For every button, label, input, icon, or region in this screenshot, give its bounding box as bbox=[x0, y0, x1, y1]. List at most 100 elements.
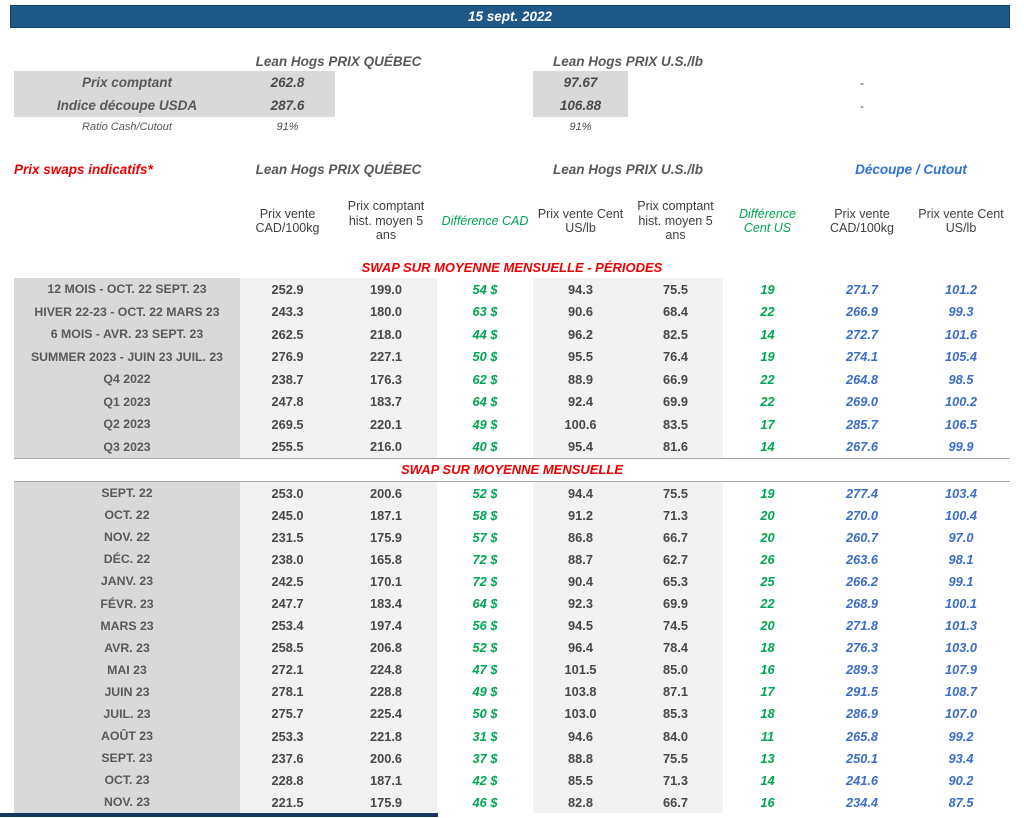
difference-cad: 52 $ bbox=[472, 640, 498, 656]
spot-row-label: Prix comptant bbox=[81, 75, 173, 90]
table-row: MAI 23 272.1 224.8 47 $ 101.5 85.0 16 289.3 107.… bbox=[14, 658, 1010, 681]
hist-avg-cad: 175.9 bbox=[335, 526, 437, 549]
ratio-us: 91% bbox=[569, 120, 592, 133]
hist-avg-cad: 183.7 bbox=[335, 390, 437, 413]
row-label: MAI 23 bbox=[14, 658, 240, 681]
table-row: SEPT. 22 253.0 200.6 52 $ 94.4 75.5 19 277.4 103… bbox=[14, 482, 1010, 505]
row-label: FÉVR. 23 bbox=[14, 592, 240, 615]
swaps-us-header: Lean Hogs PRIX U.S./lb bbox=[552, 161, 704, 177]
cutout-price-cad: 272.7 bbox=[845, 326, 879, 342]
difference-us: 16 bbox=[760, 794, 775, 810]
row-label: JANV. 23 bbox=[14, 570, 240, 593]
spot-cutout-index-qc: 287.6 bbox=[270, 98, 305, 113]
table-row: SUMMER 2023 - JUIN 23 JUIL. 23 276.9 227.1… bbox=[14, 345, 1010, 368]
spot-cash-us: 97.67 bbox=[563, 75, 598, 90]
price-sale-us: 91.2 bbox=[533, 504, 628, 527]
col-header-difference-cad: Différence CAD bbox=[441, 213, 529, 228]
cutout-price-us: 93.4 bbox=[948, 750, 974, 766]
spot-us-header: Lean Hogs PRIX U.S./lb bbox=[552, 53, 704, 69]
difference-cad: 50 $ bbox=[472, 706, 498, 722]
price-sale-us: 90.6 bbox=[533, 300, 628, 323]
price-sale-cad: 262.5 bbox=[240, 323, 335, 346]
difference-us: 20 bbox=[760, 618, 775, 634]
price-sale-cad: 242.5 bbox=[240, 570, 335, 593]
bottom-border-line bbox=[0, 813, 438, 817]
row-label: Q4 2022 bbox=[14, 368, 240, 391]
ratio-qc: 91% bbox=[276, 120, 299, 133]
price-sale-cad: 276.9 bbox=[240, 345, 335, 368]
col-header-price-sale-us: Prix vente Cent US/lb bbox=[537, 206, 624, 235]
cutout-price-cad: 269.0 bbox=[845, 394, 879, 410]
hist-avg-us: 75.5 bbox=[628, 278, 723, 301]
difference-us: 22 bbox=[760, 304, 775, 320]
hist-avg-cad: 187.1 bbox=[335, 504, 437, 527]
price-sale-cad: 228.8 bbox=[240, 769, 335, 792]
hist-avg-us: 85.0 bbox=[628, 658, 723, 681]
cutout-price-cad: 276.3 bbox=[845, 640, 879, 656]
table-row: AOÛT 23 253.3 221.8 31 $ 94.6 84.0 11 265.8 99.2 bbox=[14, 725, 1010, 748]
hist-avg-cad: 175.9 bbox=[335, 791, 437, 814]
col-header-hist-avg-cad: Prix comptant hist. moyen 5 ans bbox=[347, 199, 425, 243]
difference-cad: 62 $ bbox=[472, 371, 498, 387]
price-sale-us: 85.5 bbox=[533, 769, 628, 792]
row-label: OCT. 22 bbox=[14, 504, 240, 527]
hist-avg-us: 66.9 bbox=[628, 368, 723, 391]
difference-us: 20 bbox=[760, 507, 775, 523]
hist-avg-us: 69.9 bbox=[628, 390, 723, 413]
table-row: 6 MOIS - AVR. 23 SEPT. 23 262.5 218.0 44 $ 9… bbox=[14, 323, 1010, 346]
difference-us: 19 bbox=[760, 281, 775, 297]
price-sale-us: 88.9 bbox=[533, 368, 628, 391]
swaps-quebec-header: Lean Hogs PRIX QUÉBEC bbox=[255, 161, 422, 177]
section-title-monthly: SWAP SUR MOYENNE MENSUELLE bbox=[401, 462, 623, 477]
difference-us: 19 bbox=[760, 485, 775, 501]
difference-us: 14 bbox=[760, 772, 775, 788]
hist-avg-us: 75.5 bbox=[628, 482, 723, 505]
price-sale-us: 96.4 bbox=[533, 636, 628, 659]
difference-cad: 47 $ bbox=[472, 662, 498, 678]
col-header-hist-avg-us: Prix comptant hist. moyen 5 ans bbox=[637, 199, 714, 243]
row-label: Q2 2023 bbox=[14, 413, 240, 436]
price-sale-cad: 253.4 bbox=[240, 614, 335, 637]
difference-cad: 58 $ bbox=[472, 507, 498, 523]
price-sale-us: 92.3 bbox=[533, 592, 628, 615]
cutout-price-us: 103.0 bbox=[944, 640, 978, 656]
price-sale-us: 82.8 bbox=[533, 791, 628, 814]
row-label: JUIN 23 bbox=[14, 680, 240, 703]
swaps-section-label: Prix swaps indicatifs* bbox=[14, 161, 153, 177]
table-row: FÉVR. 23 247.7 183.4 64 $ 92.3 69.9 22 268.9 100… bbox=[14, 592, 1010, 615]
cutout-price-us: 107.9 bbox=[944, 662, 978, 678]
row-label: SEPT. 23 bbox=[14, 747, 240, 770]
cutout-price-cad: 250.1 bbox=[845, 750, 879, 766]
table-row: 12 MOIS - OCT. 22 SEPT. 23 252.9 199.0 54 $… bbox=[14, 278, 1010, 301]
row-label: HIVER 22-23 - OCT. 22 MARS 23 bbox=[14, 300, 240, 323]
difference-us: 17 bbox=[760, 416, 775, 432]
hist-avg-cad: 216.0 bbox=[335, 435, 437, 458]
cutout-price-us: 99.2 bbox=[948, 728, 974, 744]
difference-us: 25 bbox=[760, 573, 775, 589]
cutout-price-us: 101.3 bbox=[944, 618, 978, 634]
cutout-price-us: 106.5 bbox=[944, 416, 978, 432]
cutout-price-us: 97.0 bbox=[948, 529, 974, 545]
hist-avg-us: 87.1 bbox=[628, 680, 723, 703]
cutout-price-us: 98.1 bbox=[948, 551, 974, 567]
price-sale-cad: 245.0 bbox=[240, 504, 335, 527]
hist-avg-cad: 170.1 bbox=[335, 570, 437, 593]
difference-us: 22 bbox=[760, 371, 775, 387]
difference-us: 11 bbox=[760, 728, 775, 744]
difference-us: 22 bbox=[760, 596, 775, 612]
cutout-price-us: 101.2 bbox=[944, 281, 978, 297]
table-row: MARS 23 253.4 197.4 56 $ 94.5 74.5 20 271.8 101.… bbox=[14, 614, 1010, 637]
row-label: OCT. 23 bbox=[14, 769, 240, 792]
cutout-price-cad: 285.7 bbox=[845, 416, 879, 432]
hist-avg-cad: 221.8 bbox=[335, 725, 437, 748]
table-row: JANV. 23 242.5 170.1 72 $ 90.4 65.3 25 266.2 99.… bbox=[14, 570, 1010, 593]
difference-cad: 37 $ bbox=[472, 750, 498, 766]
spot-quebec-header: Lean Hogs PRIX QUÉBEC bbox=[255, 53, 422, 69]
difference-cad: 63 $ bbox=[472, 304, 498, 320]
cutout-price-cad: 263.6 bbox=[845, 551, 879, 567]
price-sale-cad: 269.5 bbox=[240, 413, 335, 436]
hist-avg-cad: 228.8 bbox=[335, 680, 437, 703]
difference-us: 17 bbox=[760, 684, 775, 700]
difference-cad: 44 $ bbox=[472, 326, 498, 342]
table-row: DÉC. 22 238.0 165.8 72 $ 88.7 62.7 26 263.6 98.1 bbox=[14, 548, 1010, 571]
